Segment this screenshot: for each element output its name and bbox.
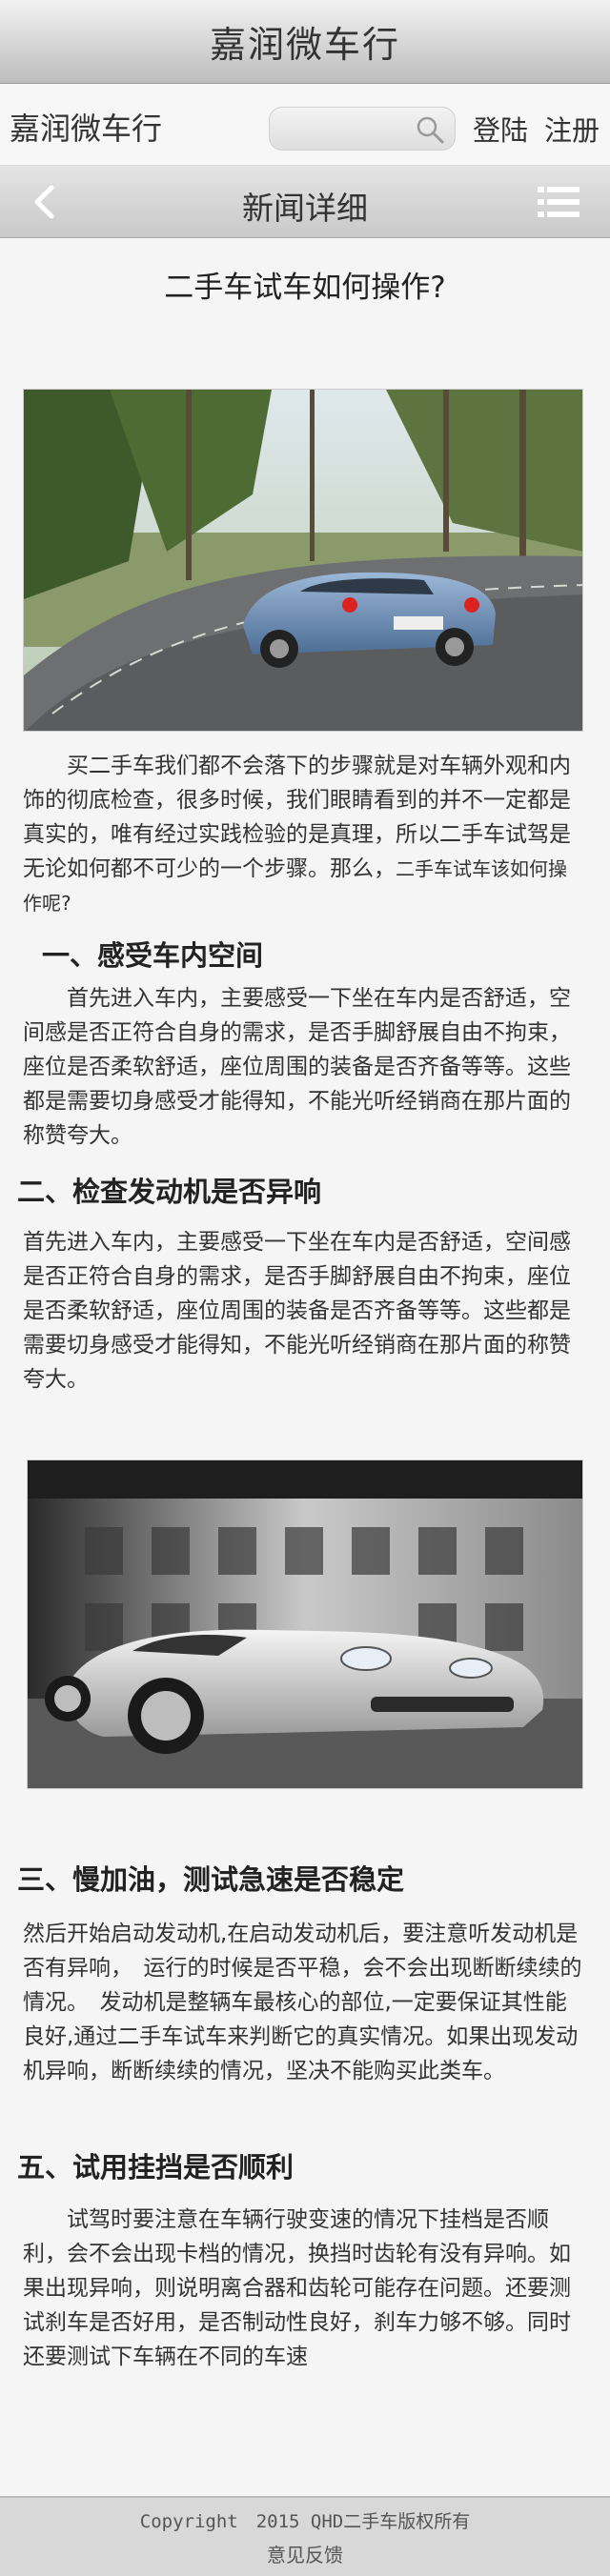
feedback-link[interactable]: 意见反馈 [0,2540,610,2567]
section-heading-2: 二、检查发动机是否异响 [17,1176,322,1208]
section-text-2: 首先进入车内，主要感受一下坐在车内是否舒适，空间感是否正符合自身的需求，是否手脚… [23,1230,571,1392]
section-text-1: 首先进入车内，主要感受一下坐在车内是否舒适，空间感是否正符合自身的需求，是否手脚… [23,986,571,1148]
article-image-silver-car [27,1459,583,1789]
section-text-4: 试驾时要注意在车辆行驶变速的情况下挂档是否顺利，会不会出现卡档的情况，换挡时齿轮… [23,2207,571,2369]
page-navbar: 新闻详细 [0,166,610,238]
brand-name[interactable]: 嘉润微车行 [10,105,162,149]
copyright-text: Copyright 2015 QHD二手车版权所有 [139,2511,471,2532]
search-icon[interactable] [415,114,445,145]
section-heading-4: 五、试用挂挡是否顺利 [17,2151,295,2184]
site-header: 嘉润微车行 登陆 注册 [0,84,610,166]
login-link[interactable]: 登陆 [473,109,528,149]
article-title: 二手车试车如何操作? [164,271,446,305]
menu-icon[interactable] [538,187,580,217]
register-link[interactable]: 注册 [544,109,600,149]
section-text-3: 然后开始启动发动机,在启动发动机后，要注意听发动机是否有异响， 运行的时候是否平… [23,1922,582,2083]
article-intro: 买二手车我们都不会落下的步骤就是对车辆外观和内饰的彻底检查，很多时候，我们眼睛看… [23,754,571,915]
page-title: 新闻详细 [242,190,368,227]
article-image-blue-car [23,389,583,732]
page-footer: Copyright 2015 QHD二手车版权所有 意见反馈 [0,2496,610,2576]
section-heading-3: 三、慢加油，测试急速是否稳定 [17,1863,405,1896]
app-title-bar: 嘉润微车行 [0,0,610,84]
section-heading-1: 一、感受车内空间 [42,939,264,972]
search-input[interactable] [269,107,456,151]
app-title: 嘉润微车行 [209,24,400,66]
